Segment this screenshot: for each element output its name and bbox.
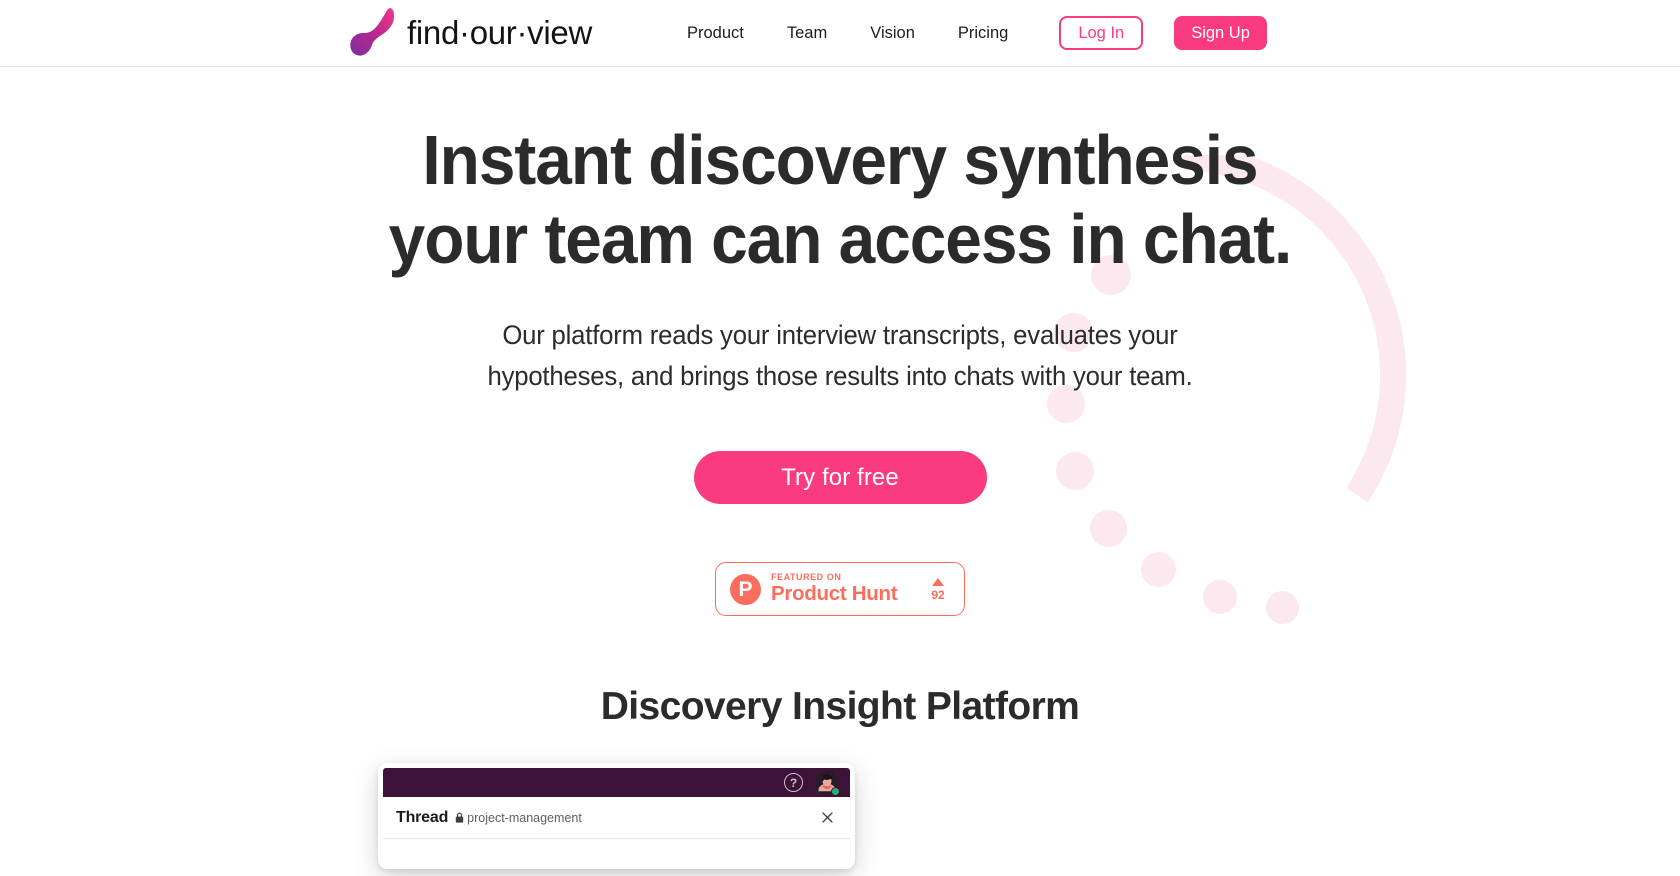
thread-channel[interactable]: project-management — [455, 811, 582, 825]
product-hunt-logo-icon: P — [730, 573, 761, 605]
thread-body — [383, 839, 850, 869]
thread-header: Thread project-management — [383, 797, 850, 839]
nav-item-team[interactable]: Team — [787, 24, 827, 43]
product-hunt-kicker: FEATURED ON — [771, 572, 842, 583]
product-hunt-text: FEATURED ON Product Hunt — [771, 573, 916, 605]
hero-subheadline-line-1: Our platform reads your interview transc… — [502, 320, 1178, 350]
product-hunt-count: 92 — [931, 587, 945, 602]
hero-headline-line-1: Instant discovery synthesis — [422, 121, 1258, 199]
close-icon[interactable] — [818, 809, 836, 827]
product-hunt-upvotes: 92 — [926, 577, 950, 602]
app-mockup-stage: ? Thread project-management — [0, 763, 1680, 876]
user-avatar[interactable] — [816, 771, 840, 796]
header-actions: Log In Sign Up — [1059, 16, 1267, 50]
mockup-topbar: ? — [383, 768, 850, 797]
brand-wordmark: find·our·view — [407, 14, 592, 51]
hero-headline-line-2: your team can access in chat. — [388, 200, 1293, 278]
question-mark-icon[interactable]: ? — [784, 773, 803, 792]
main-navigation: Product Team Vision Pricing — [687, 24, 1008, 43]
caret-up-icon — [932, 577, 944, 586]
lock-icon — [455, 812, 464, 823]
online-status-indicator — [831, 786, 840, 796]
hero-subheadline: Our platform reads your interview transc… — [437, 315, 1242, 397]
product-hunt-badge[interactable]: P FEATURED ON Product Hunt 92 — [715, 562, 965, 616]
product-hunt-logo-letter: P — [738, 577, 753, 601]
nav-item-vision[interactable]: Vision — [870, 24, 915, 43]
thread-channel-name: project-management — [467, 810, 582, 825]
site-header: find·our·view Product Team Vision Pricin… — [0, 0, 1680, 67]
log-in-button[interactable]: Log In — [1059, 16, 1144, 50]
hero-section: Instant discovery synthesis your team ca… — [0, 67, 1680, 876]
hero-cta-container: Try for free — [0, 451, 1680, 504]
app-mockup: ? Thread project-management — [378, 763, 855, 869]
section-title: Discovery Insight Platform — [600, 685, 1080, 728]
sign-up-button[interactable]: Sign Up — [1174, 16, 1267, 50]
hero-headline: Instant discovery synthesis your team ca… — [50, 121, 1629, 279]
hero-content: Instant discovery synthesis your team ca… — [0, 121, 1680, 876]
droplet-gradient-logo-icon — [350, 8, 395, 56]
close-glyph-icon — [821, 812, 833, 823]
nav-item-pricing[interactable]: Pricing — [958, 24, 1008, 43]
hero-subheadline-line-2: hypotheses, and brings those results int… — [487, 361, 1193, 391]
nav-item-product[interactable]: Product — [687, 24, 744, 43]
thread-title: Thread — [396, 808, 449, 826]
product-hunt-container: P FEATURED ON Product Hunt 92 — [0, 562, 1680, 616]
product-hunt-name: Product Hunt — [771, 582, 898, 606]
try-for-free-button[interactable]: Try for free — [693, 451, 987, 504]
brand-logo-link[interactable]: find·our·view — [349, 8, 592, 58]
